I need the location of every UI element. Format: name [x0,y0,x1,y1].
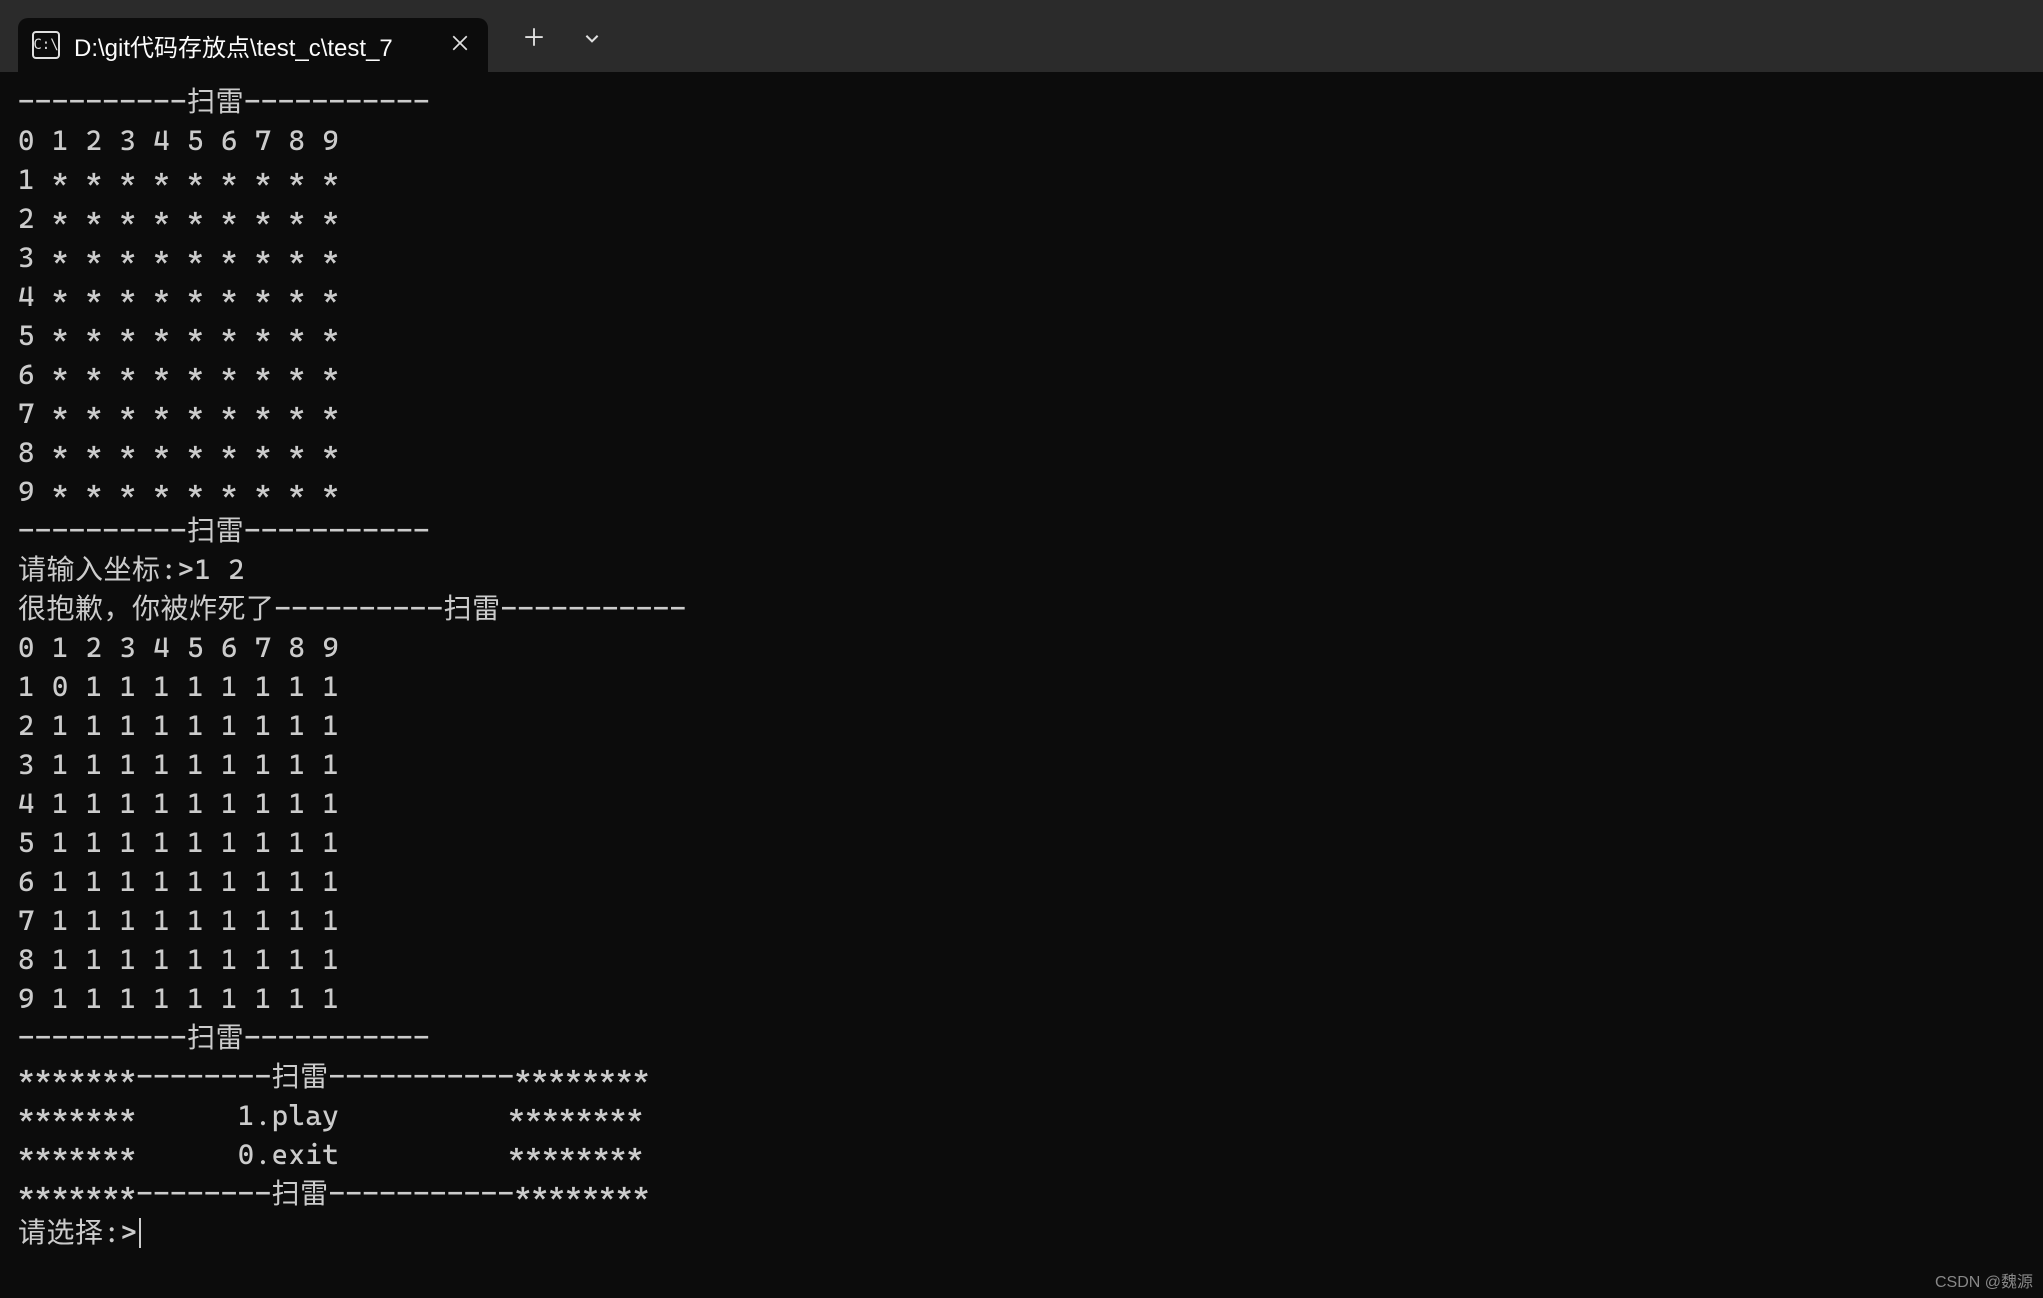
terminal-prompt: 请选择:> [18,1216,137,1249]
close-icon [451,34,469,52]
terminal-line: 0 1 2 3 4 5 6 7 8 9 [18,631,339,664]
terminal-line: 0 1 2 3 4 5 6 7 8 9 [18,124,339,157]
window-titlebar: C:\ D:\git代码存放点\test_c\test_7 [0,0,2043,72]
terminal-line: ----------扫雷----------- [18,85,430,118]
terminal-line: 请输入坐标:>1 2 [18,553,245,586]
terminal-line: 2 1 1 1 1 1 1 1 1 1 [18,709,339,742]
terminal-line: ******* 0.exit ******** [18,1138,644,1171]
terminal-line: *******--------扫雷-----------******** [18,1060,650,1093]
tab-title: D:\git代码存放点\test_c\test_7 [74,28,434,63]
terminal-line: ----------扫雷----------- [18,514,430,547]
close-tab-button[interactable] [448,33,472,58]
terminal-line: 9 * * * * * * * * * [18,475,339,508]
terminal-line: 3 * * * * * * * * * [18,241,339,274]
terminal-line: 5 1 1 1 1 1 1 1 1 1 [18,826,339,859]
terminal-output[interactable]: ----------扫雷----------- 0 1 2 3 4 5 6 7 … [0,72,2043,1262]
terminal-line: ******* 1.play ******** [18,1099,644,1132]
plus-icon [524,27,544,47]
tab-dropdown-button[interactable] [578,29,606,51]
terminal-line: 8 1 1 1 1 1 1 1 1 1 [18,943,339,976]
terminal-line: 2 * * * * * * * * * [18,202,339,235]
terminal-line: ----------扫雷----------- [18,1021,430,1054]
terminal-line: 7 1 1 1 1 1 1 1 1 1 [18,904,339,937]
terminal-line: 4 1 1 1 1 1 1 1 1 1 [18,787,339,820]
watermark: CSDN @魏源 [1935,1268,2033,1292]
terminal-line: 3 1 1 1 1 1 1 1 1 1 [18,748,339,781]
terminal-line: 6 * * * * * * * * * [18,358,339,391]
terminal-line: 6 1 1 1 1 1 1 1 1 1 [18,865,339,898]
terminal-line: 4 * * * * * * * * * [18,280,339,313]
terminal-line: 1 0 1 1 1 1 1 1 1 1 [18,670,339,703]
terminal-icon: C:\ [32,31,60,59]
terminal-line: 7 * * * * * * * * * [18,397,339,430]
terminal-line: *******--------扫雷-----------******** [18,1177,650,1210]
new-tab-button[interactable] [520,24,548,54]
active-tab[interactable]: C:\ D:\git代码存放点\test_c\test_7 [18,18,488,72]
terminal-cursor [139,1218,141,1248]
terminal-line: 5 * * * * * * * * * [18,319,339,352]
terminal-line: 1 * * * * * * * * * [18,163,339,196]
terminal-line: 很抱歉，你被炸死了----------扫雷----------- [18,592,687,625]
terminal-line: 8 * * * * * * * * * [18,436,339,469]
chevron-down-icon [583,29,601,47]
terminal-line: 9 1 1 1 1 1 1 1 1 1 [18,982,339,1015]
